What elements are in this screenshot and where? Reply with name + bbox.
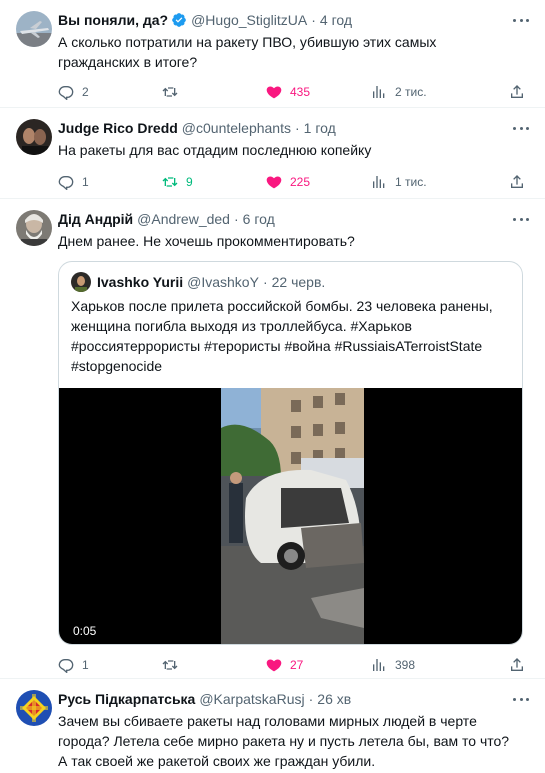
retweet-button[interactable] <box>162 84 266 100</box>
reply-feed: Вы поняли, да? @Hugo_StiglitzUA · 4 год … <box>0 0 545 773</box>
separator-dot: · <box>311 12 316 28</box>
heart-icon <box>266 176 282 189</box>
reply-icon <box>58 86 74 100</box>
timestamp[interactable]: 6 год <box>243 211 275 227</box>
like-count: 435 <box>290 85 311 99</box>
like-button[interactable]: 225 <box>266 174 371 190</box>
quoted-author-handle: @IvashkoY <box>187 274 259 290</box>
more-options-button[interactable] <box>511 211 531 227</box>
retweet-button[interactable]: 9 <box>162 174 266 190</box>
action-bar: 1 27 398 <box>58 655 529 675</box>
reply-count: 2 <box>82 85 89 99</box>
quoted-timestamp: 22 черв. <box>271 274 326 290</box>
share-button[interactable] <box>509 657 525 673</box>
share-button[interactable] <box>509 174 525 190</box>
avatar[interactable] <box>16 210 52 246</box>
author-handle[interactable]: @Hugo_StiglitzUA <box>191 12 307 28</box>
video-frame <box>221 388 364 644</box>
timestamp[interactable]: 4 год <box>320 12 352 28</box>
action-bar: 2 435 2 тис. <box>58 82 529 102</box>
tweet-1[interactable]: Вы поняли, да? @Hugo_StiglitzUA · 4 год … <box>0 0 545 108</box>
separator-dot: · <box>262 274 268 290</box>
tweet-4[interactable]: Русь Підкарпатська @KarpatskaRusj · 26 х… <box>0 679 545 773</box>
reply-icon <box>58 176 74 190</box>
tweet-text: А сколько потратили на ракету ПВО, убивш… <box>58 34 437 70</box>
share-icon <box>511 658 523 671</box>
reply-button[interactable]: 1 <box>58 174 162 190</box>
quoted-avatar <box>71 272 91 292</box>
avatar[interactable] <box>16 690 52 726</box>
heart-icon <box>266 659 282 672</box>
more-options-button[interactable] <box>511 12 531 28</box>
more-options-button[interactable] <box>511 691 531 707</box>
quoted-tweet[interactable]: Ivashko Yurii @IvashkoY · 22 черв. Харьк… <box>58 261 523 645</box>
heart-icon <box>266 86 282 99</box>
retweet-icon <box>162 87 178 97</box>
separator-dot: · <box>308 691 314 707</box>
tweet-text: На ракеты для вас отдадим последнюю копе… <box>58 142 372 158</box>
share-button[interactable] <box>509 84 525 100</box>
quoted-author-name: Ivashko Yurii <box>97 274 184 290</box>
action-bar: 1 9 225 1 тис. <box>58 172 529 192</box>
retweet-icon <box>162 660 178 670</box>
author-name[interactable]: Русь Підкарпатська <box>58 691 195 707</box>
views-button[interactable]: 398 <box>371 657 475 673</box>
avatar[interactable] <box>16 119 52 155</box>
author-name[interactable]: Дід Андрій <box>58 211 133 227</box>
tweet-3[interactable]: Дід Андрій @Andrew_ded · 6 год Днем ране… <box>0 199 545 679</box>
reply-button[interactable]: 1 <box>58 657 162 673</box>
share-icon <box>511 175 523 188</box>
reply-count: 1 <box>82 175 89 189</box>
views-button[interactable]: 1 тис. <box>371 174 475 190</box>
views-count: 1 тис. <box>395 175 427 189</box>
views-count: 2 тис. <box>395 85 427 99</box>
quoted-tweet-text: Харьков после прилета российской бомбы. … <box>71 298 493 374</box>
reply-icon <box>58 659 74 673</box>
author-handle[interactable]: @KarpatskaRusj <box>199 691 304 707</box>
more-options-button[interactable] <box>511 120 531 136</box>
separator-dot: · <box>294 120 300 136</box>
tweet-2[interactable]: Judge Rico Dredd @c0untelephants · 1 год… <box>0 108 545 199</box>
share-icon <box>511 85 523 98</box>
avatar[interactable] <box>16 11 52 47</box>
views-count: 398 <box>395 658 416 672</box>
timestamp[interactable]: 26 хв <box>317 691 351 707</box>
reply-count: 1 <box>82 658 89 672</box>
separator-dot: · <box>233 211 239 227</box>
tweet-text: Зачем вы сбиваете ракеты над головами ми… <box>58 713 510 769</box>
retweet-count: 9 <box>186 175 193 189</box>
verified-icon <box>171 12 187 28</box>
author-name[interactable]: Judge Rico Dredd <box>58 120 178 136</box>
views-button[interactable]: 2 тис. <box>371 84 475 100</box>
timestamp[interactable]: 1 год <box>304 120 336 136</box>
like-button[interactable]: 435 <box>266 84 371 100</box>
author-handle[interactable]: @Andrew_ded <box>137 211 230 227</box>
like-count: 225 <box>290 175 311 189</box>
retweet-icon <box>162 177 178 187</box>
retweet-button[interactable] <box>162 657 266 673</box>
author-name[interactable]: Вы поняли, да? <box>58 12 168 28</box>
video-duration: 0:05 <box>73 624 97 638</box>
views-icon <box>373 86 385 98</box>
like-button[interactable]: 27 <box>266 657 371 673</box>
views-icon <box>373 176 385 188</box>
author-handle[interactable]: @c0untelephants <box>182 120 291 136</box>
tweet-text: Днем ранее. Не хочешь прокомментировать? <box>58 233 355 249</box>
reply-button[interactable]: 2 <box>58 84 162 100</box>
video-player[interactable]: 0:05 <box>59 388 522 644</box>
like-count: 27 <box>290 658 304 672</box>
views-icon <box>373 659 385 671</box>
